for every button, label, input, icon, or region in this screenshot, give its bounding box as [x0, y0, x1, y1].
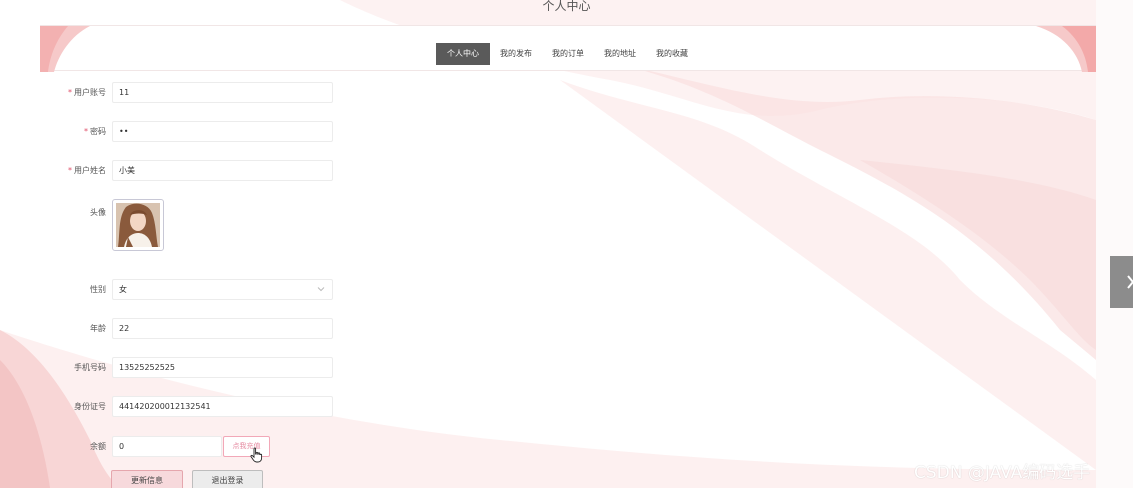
row-balance: 余额 0 点我充值 — [0, 436, 270, 463]
watermark: CSDN @JAVA编码选手 — [914, 463, 1091, 483]
row-age: 年龄 22 — [0, 318, 333, 339]
gender-select[interactable]: 女 — [112, 279, 333, 300]
row-name: * 用户姓名 小美 — [0, 160, 333, 181]
tab-personal-center[interactable]: 个人中心 — [436, 43, 490, 65]
chevron-down-icon — [317, 287, 325, 292]
id-number-input[interactable]: 441420200012132541 — [112, 396, 333, 417]
gender-value: 女 — [119, 285, 127, 294]
update-info-button[interactable]: 更新信息 — [111, 470, 183, 488]
label-name: * 用户姓名 — [68, 166, 106, 175]
row-gender: 性别 女 — [0, 279, 333, 300]
page-title: 个人中心 — [542, 0, 591, 13]
label-age: 年龄 — [90, 324, 106, 333]
account-input[interactable]: 11 — [112, 82, 333, 103]
label-id-number: 身份证号 — [74, 402, 106, 411]
label-phone: 手机号码 — [74, 363, 106, 372]
tab-my-posts[interactable]: 我的发布 — [490, 43, 542, 65]
avatar-image — [116, 203, 160, 247]
row-avatar: 头像 — [0, 199, 164, 251]
nav-corner-decoration-right — [1036, 26, 1096, 72]
password-input[interactable]: •• — [112, 121, 333, 142]
row-phone: 手机号码 13525252525 — [0, 357, 333, 378]
tab-my-orders[interactable]: 我的订单 — [542, 43, 594, 65]
row-account: * 用户账号 11 — [0, 82, 333, 103]
avatar-upload[interactable] — [112, 199, 164, 251]
required-mark: * — [68, 88, 72, 97]
name-input[interactable]: 小美 — [112, 160, 333, 181]
label-gender: 性别 — [90, 285, 106, 294]
logout-button[interactable]: 退出登录 — [192, 470, 263, 488]
label-avatar: 头像 — [90, 208, 106, 217]
phone-input[interactable]: 13525252525 — [112, 357, 333, 378]
hand-cursor-icon — [250, 447, 263, 463]
top-nav-bar: 个人中心 我的发布 我的订单 我的地址 我的收藏 — [40, 25, 1096, 72]
label-password: * 密码 — [84, 127, 106, 136]
label-balance: 余额 — [90, 442, 106, 451]
label-account: * 用户账号 — [68, 88, 106, 97]
row-id-number: 身份证号 441420200012132541 — [0, 396, 333, 417]
balance-input[interactable]: 0 — [112, 436, 222, 457]
row-password: * 密码 •• — [0, 121, 333, 142]
recharge-button[interactable]: 点我充值 — [223, 436, 270, 463]
tab-my-address[interactable]: 我的地址 — [594, 43, 646, 65]
required-mark: * — [84, 127, 88, 136]
tab-my-favorites[interactable]: 我的收藏 — [646, 43, 698, 65]
close-icon — [1127, 275, 1133, 289]
age-input[interactable]: 22 — [112, 318, 333, 339]
required-mark: * — [68, 166, 72, 175]
side-panel-toggle[interactable] — [1110, 256, 1133, 308]
nav-tabs: 个人中心 我的发布 我的订单 我的地址 我的收藏 — [436, 43, 698, 65]
nav-corner-decoration-left — [40, 26, 90, 72]
